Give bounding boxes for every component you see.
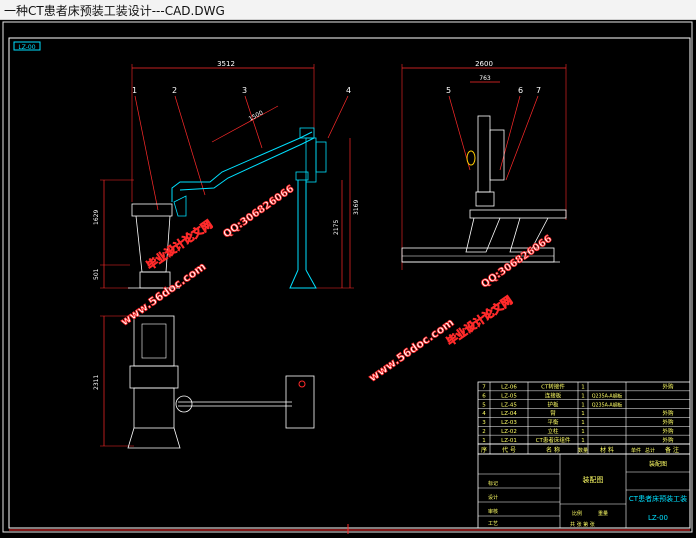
- bom-cell-code: LZ-02: [501, 429, 517, 435]
- bom-cell-name: CT转接件: [541, 383, 565, 391]
- bom-cell-code: LZ-05: [501, 394, 517, 400]
- title-label-process: 工艺: [488, 521, 498, 527]
- bom-header-name: 名 称: [546, 446, 560, 454]
- bom-cell-no: 2: [482, 429, 486, 435]
- front-dim-left-upper: 1629: [93, 210, 100, 225]
- bom-cell-qty: 1: [581, 420, 585, 426]
- bom-header-material: 材 料: [600, 446, 614, 454]
- bom-cell-name: 护板: [547, 400, 559, 408]
- title-scale-label: 比例: [572, 510, 582, 517]
- side-dim-mid: 763: [479, 75, 491, 82]
- bom-cell-name: 平衡: [547, 418, 559, 426]
- top-view: 2311: [93, 315, 315, 449]
- balloon-2: 2: [172, 86, 177, 95]
- watermark-brand-2: 毕业设计论文网: [444, 293, 515, 349]
- bom-cell-name: 臂: [550, 409, 556, 417]
- bom-cell-name: CT患者床组件: [536, 436, 571, 444]
- window-title-bar: 一种CT患者床预装工装设计---CAD.DWG: [0, 0, 696, 20]
- bom-cell-note: 外购: [662, 409, 674, 417]
- cad-drawing-canvas[interactable]: LZ-00 3512 1 2 3 4 1500 1629 501 3169 21…: [0, 20, 696, 534]
- bom-cell-no: 4: [482, 411, 486, 417]
- bom-header: 序 代 号 名 称 数量 材 料 单件 总计 备 注: [477, 443, 691, 455]
- bom-cell-code: LZ-45: [501, 402, 517, 408]
- title-label-mark: 标记: [488, 480, 498, 487]
- title-sheet: 共 张 第 张: [570, 521, 595, 528]
- bom-cell-code: LZ-03: [501, 420, 517, 426]
- balloon-4: 4: [346, 86, 351, 95]
- front-dim-left-lower: 501: [93, 268, 100, 280]
- bom-cell-material: Q235A-A钢板: [592, 393, 623, 400]
- sheet-inner-border: [8, 37, 691, 529]
- front-dim-top: 3512: [217, 60, 235, 68]
- bom-cell-no: 3: [482, 420, 486, 426]
- watermark-brand: 毕业设计论文网: [144, 217, 215, 273]
- bom-cell-name: 立柱: [547, 427, 559, 435]
- balloon-3: 3: [242, 86, 247, 95]
- bom-header-note: 备 注: [665, 446, 679, 454]
- front-dim-right-outer: 3169: [353, 200, 360, 215]
- bom-cell-no: 6: [482, 394, 486, 400]
- top-dim-left: 2311: [93, 375, 100, 390]
- drawing-tag: LZ-00: [18, 44, 35, 51]
- window-title: 一种CT患者床预装工装设计---CAD.DWG: [4, 4, 225, 18]
- title-label-review: 审核: [488, 508, 498, 515]
- bom-cell-code: LZ-06: [501, 385, 517, 391]
- watermark-site: www.56doc.com: [118, 260, 208, 329]
- title-drawing-no: LZ-00: [648, 514, 668, 522]
- bom-cell-qty: 1: [581, 429, 585, 435]
- side-dim-top: 2600: [475, 60, 493, 68]
- bom-cell-no: 1: [482, 438, 486, 444]
- balloon-6: 6: [518, 86, 523, 95]
- bom-cell-no: 7: [482, 385, 486, 391]
- watermark-qq: QQ:306826066: [221, 183, 296, 240]
- title-weight-label: 重量: [598, 510, 608, 517]
- bom-cell-qty: 1: [581, 411, 585, 417]
- title-label-design: 设计: [488, 494, 498, 501]
- bom-cell-note: 外购: [662, 427, 674, 435]
- bom-header-qty: 数量: [578, 447, 588, 454]
- bom-cell-qty: 1: [581, 438, 585, 444]
- title-drawing-name: CT患者床预装工装: [629, 494, 687, 503]
- bom-cell-note: 外购: [662, 418, 674, 426]
- bom-header-total: 总计: [645, 447, 655, 454]
- bom-cell-qty: 1: [581, 385, 585, 391]
- front-dim-right-inner: 2175: [333, 220, 340, 235]
- bom-cell-note: 外购: [662, 383, 674, 391]
- balloon-7: 7: [536, 86, 541, 95]
- title-block: 标记 设计 审核 工艺 装配图 比例 重量 共 张 第 张 装配图 CT患者床预…: [477, 453, 691, 529]
- watermark-site-2: www.56doc.com: [366, 316, 456, 385]
- bom-cell-qty: 1: [581, 394, 585, 400]
- bom-table: 7 LZ-06 CT转接件 1 外购 6 LZ-05 连接板 1 Q235A-A钢板 5 LZ-45 护…: [477, 381, 691, 454]
- bom-cell-no: 5: [482, 402, 486, 408]
- bom-header-unit: 单件: [631, 447, 641, 454]
- sheet-outer-border: [2, 21, 693, 533]
- bom-cell-note: 外购: [662, 436, 674, 444]
- balloon-5: 5: [446, 86, 451, 95]
- bom-cell-code: LZ-01: [501, 438, 517, 444]
- title-center-label: 装配图: [583, 475, 604, 484]
- balloon-1: 1: [132, 86, 137, 95]
- bom-header-no: 序: [481, 446, 487, 454]
- bom-cell-material: Q235A-A钢板: [592, 401, 623, 408]
- bom-cell-code: LZ-04: [501, 411, 517, 417]
- front-view: 3512 1 2 3 4 1500 1629 501 3169 2175: [93, 60, 360, 289]
- bom-cell-qty: 1: [581, 402, 585, 408]
- title-top-right: 装配图: [649, 460, 667, 468]
- bom-cell-name: 连接板: [545, 392, 562, 400]
- bom-header-code: 代 号: [502, 446, 516, 454]
- watermark-group-left: 毕业设计论文网 www.56doc.com QQ:306826066: [118, 183, 297, 329]
